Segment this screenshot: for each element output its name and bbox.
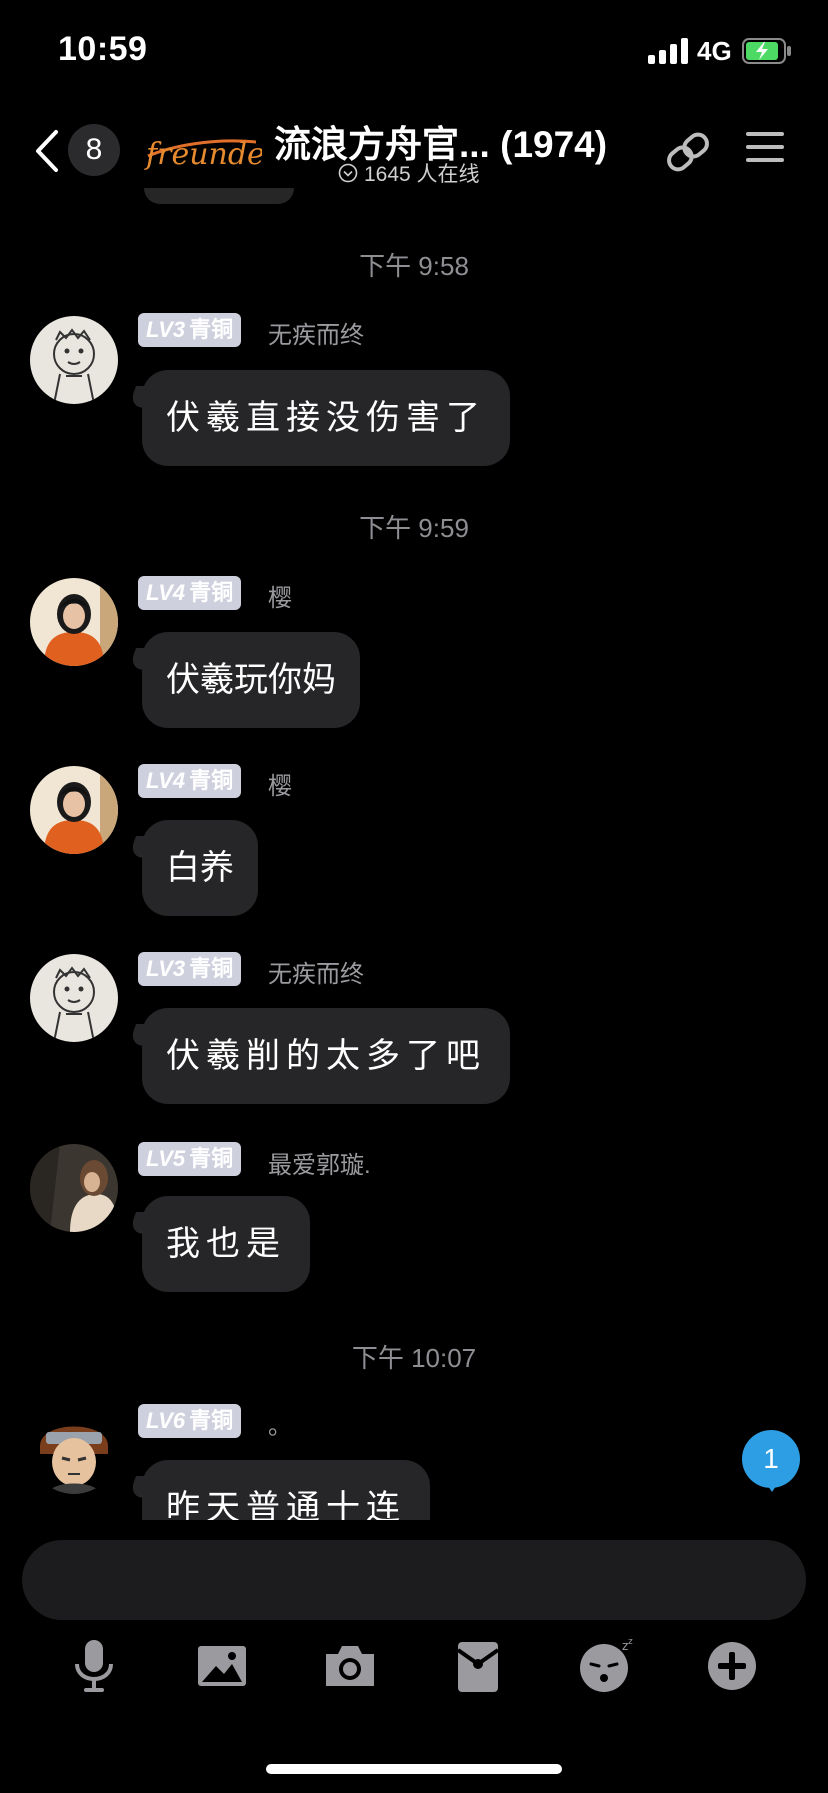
svg-text:freunde: freunde [144, 137, 262, 172]
message-input[interactable] [22, 1540, 806, 1620]
group-logo: freunde [144, 137, 262, 172]
chat-header: 8 freunde 流浪方舟官... (1974) 1645 人在线 [0, 100, 828, 210]
message-bubble[interactable]: 伏羲削的太多了吧 [142, 1008, 510, 1104]
level-badge: LV3 青铜 [138, 313, 242, 347]
avatar-sketch[interactable] [30, 954, 118, 1042]
username[interactable]: 樱 [268, 766, 292, 801]
level-badge: LV3 青铜 [138, 952, 242, 986]
message-bubble[interactable]: 白养 [142, 820, 258, 916]
online-count[interactable]: 1645 人在线 [338, 158, 480, 188]
message-list-clip: 昨天普通十连 [0, 1380, 828, 1520]
menu-icon[interactable] [744, 126, 786, 168]
message-timestamp: 下午 9:58 [359, 251, 469, 281]
message-bubble[interactable]: 伏羲直接没伤害了 [142, 370, 510, 466]
avatar-girl-orange[interactable] [30, 766, 118, 854]
message-bubble[interactable]: 我也是 [142, 1196, 310, 1292]
level-badge: LV4 青铜 [138, 576, 242, 610]
new-message-badge[interactable]: 1 [742, 1430, 800, 1492]
back-chevron-icon[interactable] [32, 128, 62, 174]
camera-icon[interactable] [320, 1636, 380, 1696]
chevron-down-circle-icon [338, 163, 358, 183]
plus-icon[interactable] [702, 1636, 762, 1696]
previous-message-bubble [144, 188, 294, 204]
username[interactable]: 樱 [268, 578, 292, 613]
level-badge: LV5 青铜 [138, 1142, 242, 1176]
message-timestamp: 下午 9:59 [359, 513, 469, 543]
avatar-sketch[interactable] [30, 316, 118, 404]
home-indicator[interactable] [266, 1764, 562, 1774]
network-type: 4G [697, 36, 732, 66]
level-badge: LV4 青铜 [138, 764, 242, 798]
username[interactable]: 无疾而终 [268, 315, 364, 350]
red-packet-icon[interactable] [448, 1636, 508, 1696]
message-timestamp: 下午 10:07 [351, 1343, 477, 1373]
signal-icon [648, 38, 690, 64]
message-bubble[interactable]: 昨天普通十连 [142, 1460, 430, 1520]
image-icon[interactable] [192, 1636, 252, 1696]
online-count-text: 1645 人在线 [364, 163, 480, 186]
status-bar: 10:59 4G [0, 0, 828, 100]
username[interactable]: 最爱郭璇. [268, 1145, 371, 1180]
username[interactable]: 无疾而终 [268, 954, 364, 989]
link-icon[interactable] [660, 124, 716, 180]
unread-count-badge[interactable]: 8 [68, 124, 120, 176]
avatar-girl-orange[interactable] [30, 578, 118, 666]
battery-icon [742, 38, 791, 64]
message-bubble[interactable]: 伏羲玩你妈 [142, 632, 360, 728]
avatar-photo[interactable] [30, 1144, 118, 1232]
microphone-icon[interactable] [64, 1636, 124, 1696]
status-time: 10:59 [58, 30, 148, 68]
svg-text:z: z [628, 1637, 633, 1647]
input-toolbar: z z [0, 1636, 828, 1700]
sticker-icon[interactable]: z z [576, 1636, 636, 1696]
